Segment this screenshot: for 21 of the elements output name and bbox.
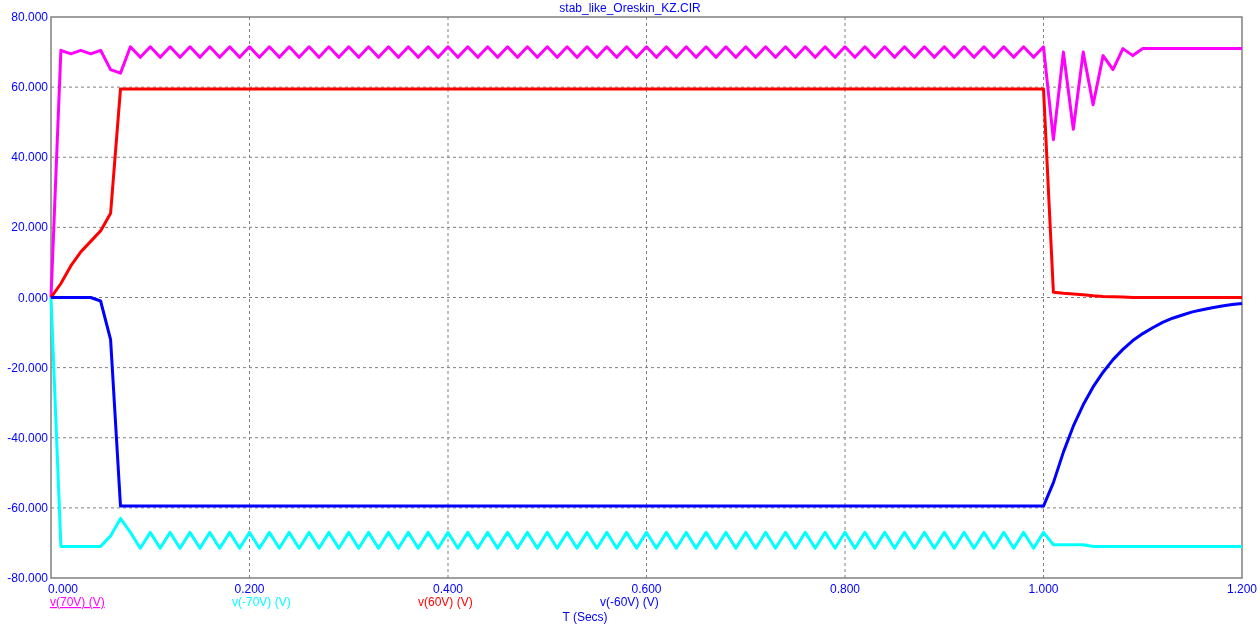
y-tick-label: -20.000 — [7, 360, 48, 375]
y-tick-label: 80.000 — [11, 10, 48, 24]
y-tick-label: 40.000 — [11, 150, 48, 165]
y-tick-label: 60.000 — [11, 80, 48, 95]
y-tick-label: 0.000 — [17, 290, 48, 305]
legend-label[interactable]: v(70V) (V) — [50, 595, 105, 609]
x-tick-label: 1.000 — [1028, 582, 1059, 596]
y-tick-label: -80.000 — [7, 571, 48, 585]
x-tick-label: 0.600 — [631, 582, 662, 596]
x-tick-label: 0.200 — [234, 582, 265, 596]
x-tick-label: 0.800 — [830, 582, 860, 596]
y-tick-label: 20.000 — [11, 220, 48, 235]
x-tick-label: 0.400 — [433, 582, 463, 596]
y-tick-label: -60.000 — [7, 500, 48, 515]
y-tick-label: -40.000 — [7, 430, 48, 445]
x-axis-label: T (Secs) — [562, 610, 608, 624]
x-tick-label: 0.000 — [48, 582, 78, 596]
chart-title: stab_like_Oreskin_KZ.CIR — [559, 1, 701, 15]
legend-label[interactable]: v(-60V) (V) — [600, 595, 659, 609]
x-tick-label: 1.200 — [1227, 582, 1257, 596]
legend-label[interactable]: v(60V) (V) — [418, 595, 473, 609]
